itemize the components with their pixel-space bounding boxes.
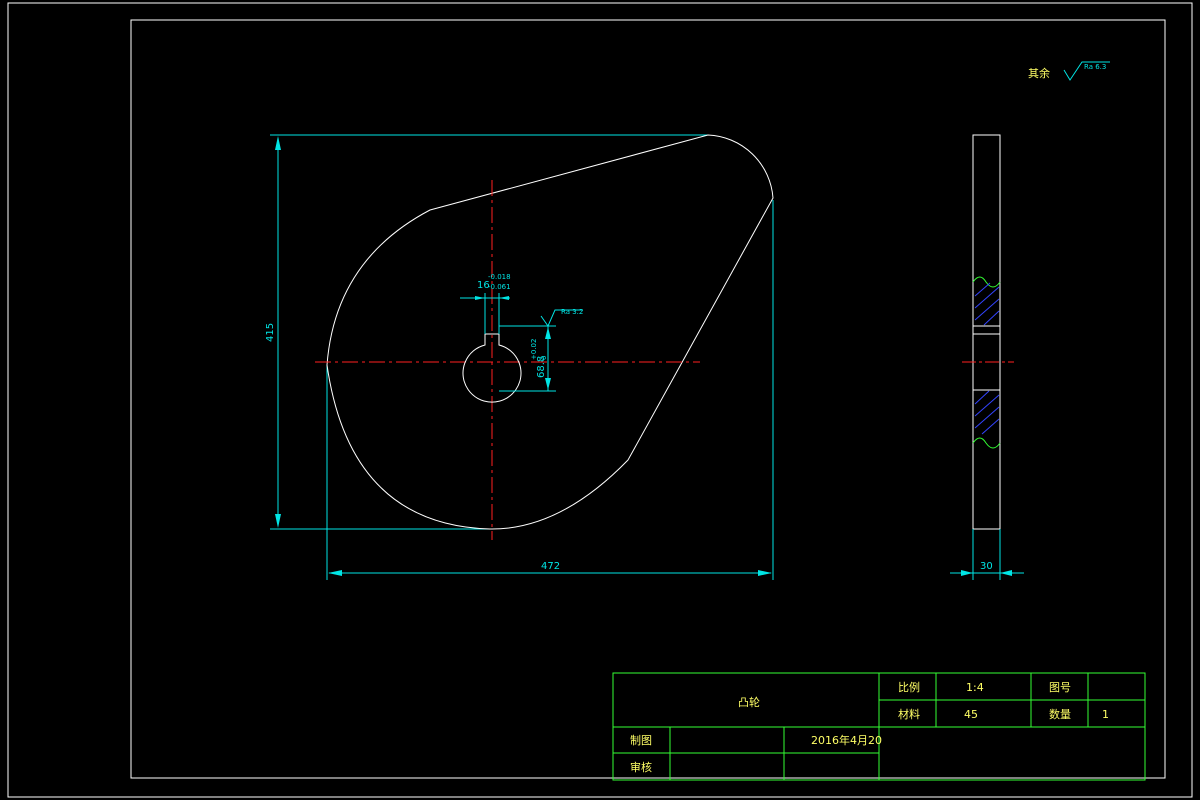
width-dim-text: 472 xyxy=(541,561,560,572)
height-arrow-bottom-icon xyxy=(275,514,281,528)
keyway-arrow-left-icon xyxy=(475,296,485,300)
lower-hatch xyxy=(974,390,1000,435)
cad-drawing: 其余 Ra 6.3 415 472 16 -0.018 -0.061 68.8 … xyxy=(7,2,1193,798)
checked-label: 审核 xyxy=(630,760,652,774)
outer-sheet-border xyxy=(7,2,1193,798)
quantity-label: 数量 xyxy=(1049,708,1071,721)
height-dim-text: 415 xyxy=(265,323,276,342)
roughness-note-label: 其余 xyxy=(1028,66,1050,80)
keyway-roughness-text: Ra 3.2 xyxy=(561,308,583,316)
lower-break-line xyxy=(972,437,1001,449)
keyway-tol-upper: -0.018 xyxy=(488,273,511,281)
title-block: 凸轮 比例 1:4 图号 材料 45 数量 1 制图 2016年4月20 审核 xyxy=(612,672,1146,781)
upper-hatch xyxy=(974,282,1000,326)
scale-label: 比例 xyxy=(898,680,920,694)
bore-arrow-top-icon xyxy=(545,327,551,339)
width-arrow-left-icon xyxy=(328,570,342,576)
thickness-arrow-right-icon xyxy=(1000,570,1012,576)
quantity-value: 1 xyxy=(1102,708,1109,721)
general-roughness-note: 其余 Ra 6.3 xyxy=(1028,61,1110,81)
material-value: 45 xyxy=(964,708,978,721)
inner-drawing-frame xyxy=(130,19,1166,779)
drawn-label: 制图 xyxy=(630,734,652,747)
material-label: 材料 xyxy=(898,707,920,721)
thickness-dim-text: 30 xyxy=(980,561,993,572)
side-view-outline xyxy=(972,134,1001,530)
bore-tol-lower: 0 xyxy=(540,356,548,360)
keyway-arrow-right-icon xyxy=(499,296,509,300)
front-view: 415 472 16 -0.018 -0.061 68.8 +0.02 0 Ra… xyxy=(265,134,774,580)
drawing-no-label: 图号 xyxy=(1049,681,1071,694)
width-arrow-right-icon xyxy=(758,570,772,576)
keyway-tol-lower: -0.061 xyxy=(488,283,511,291)
date-value: 2016年4月20 xyxy=(811,733,882,747)
scale-value: 1:4 xyxy=(966,681,984,694)
bore-arrow-bottom-icon xyxy=(545,378,551,390)
side-view: 30 xyxy=(950,134,1024,580)
height-arrow-top-icon xyxy=(275,136,281,150)
part-name: 凸轮 xyxy=(738,695,760,709)
bore-tol-upper: +0.02 xyxy=(530,339,538,360)
thickness-arrow-left-icon xyxy=(961,570,973,576)
roughness-note-value: Ra 6.3 xyxy=(1084,63,1106,71)
cam-profile-outline xyxy=(326,134,774,530)
